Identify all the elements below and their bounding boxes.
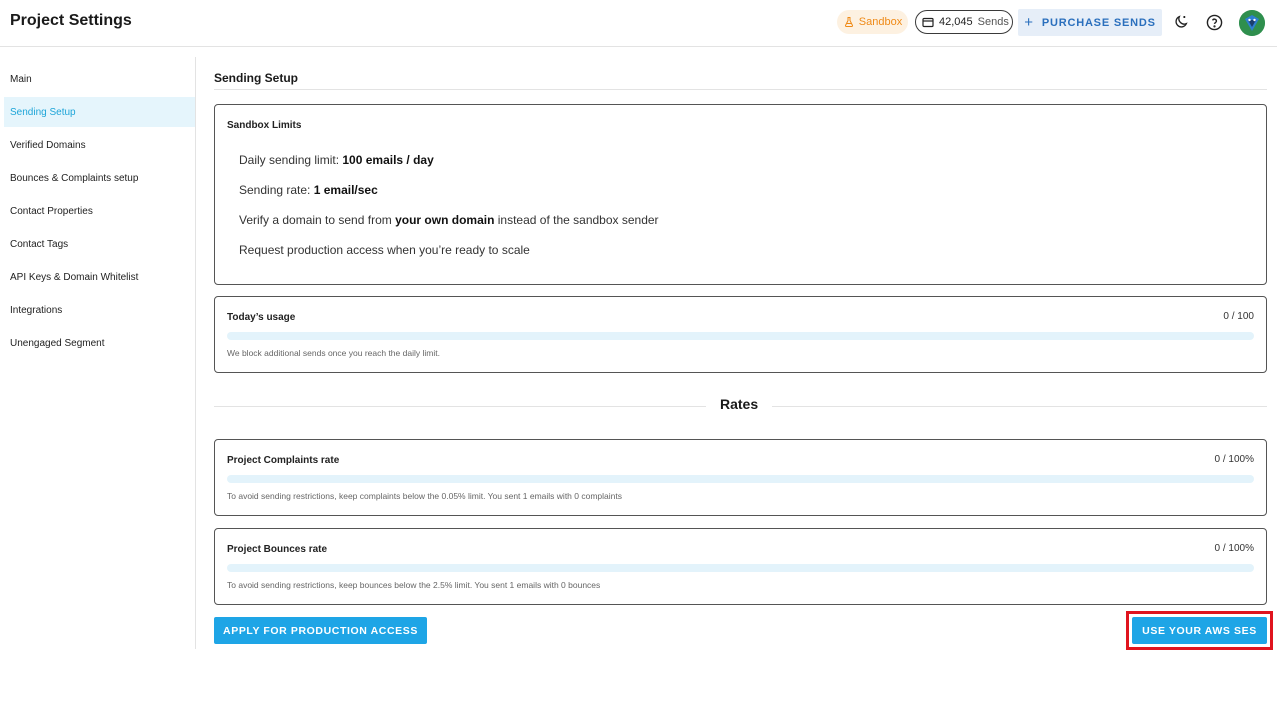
sandbox-limits-card: Sandbox Limits Daily sending limit: 100 …: [214, 104, 1267, 285]
settings-sidebar: Main Sending Setup Verified Domains Boun…: [0, 57, 196, 649]
complaints-note: To avoid sending restrictions, keep comp…: [227, 491, 622, 501]
help-button[interactable]: [1204, 12, 1224, 32]
usage-title: Today’s usage: [227, 312, 296, 323]
sidebar-item-api-keys[interactable]: API Keys & Domain Whitelist: [4, 262, 195, 292]
complaints-title: Project Complaints rate: [227, 455, 340, 466]
apply-production-access-button[interactable]: APPLY FOR PRODUCTION ACCESS: [214, 617, 427, 644]
sends-balance[interactable]: 42,045 Sends: [915, 10, 1013, 34]
complaints-rate-card: Project Complaints rate 0 / 100% To avoi…: [214, 439, 1267, 516]
sidebar-item-unengaged-segment[interactable]: Unengaged Segment: [4, 328, 195, 358]
sidebar-item-sending-setup[interactable]: Sending Setup: [4, 97, 195, 127]
sidebar-item-label: Unengaged Segment: [10, 337, 105, 349]
sending-rate-value: 1 email/sec: [313, 183, 378, 197]
sends-unit: Sends: [977, 16, 1009, 28]
usage-value: 0 / 100: [1223, 311, 1254, 322]
sandbox-label: Sandbox: [858, 16, 903, 28]
page-title: Project Settings: [10, 12, 132, 29]
verify-domain-prefix: Verify a domain to send from: [239, 213, 396, 227]
sidebar-item-label: Main: [10, 73, 32, 85]
sidebar-item-label: API Keys & Domain Whitelist: [10, 271, 139, 283]
verify-domain-suffix: instead of the sandbox sender: [494, 213, 659, 227]
sidebar-item-contact-properties[interactable]: Contact Properties: [4, 196, 195, 226]
sidebar-item-label: Contact Tags: [10, 238, 69, 250]
flask-icon: [844, 17, 853, 27]
verify-domain-line: Verify a domain to send from your own do…: [239, 213, 659, 227]
credit-card-icon: [922, 17, 934, 27]
daily-limit-value: 100 emails / day: [342, 153, 434, 167]
sidebar-item-integrations[interactable]: Integrations: [4, 295, 195, 325]
sidebar-item-bounces-complaints[interactable]: Bounces & Complaints setup: [4, 163, 195, 193]
purchase-sends-button[interactable]: + PURCHASE SENDS: [1018, 9, 1162, 36]
complaints-value: 0 / 100%: [1214, 454, 1254, 465]
bounces-rate-card: Project Bounces rate 0 / 100% To avoid s…: [214, 528, 1267, 605]
sidebar-item-main[interactable]: Main: [4, 64, 195, 94]
production-access-line: Request production access when you’re re…: [239, 243, 530, 257]
sandbox-limits-title: Sandbox Limits: [227, 120, 302, 131]
sidebar-item-label: Contact Properties: [10, 205, 93, 217]
sidebar-item-contact-tags[interactable]: Contact Tags: [4, 229, 195, 259]
sending-rate-line: Sending rate: 1 email/sec: [239, 183, 378, 197]
rates-heading: Rates: [706, 396, 773, 412]
dark-mode-toggle[interactable]: [1171, 12, 1191, 32]
complaints-progress-bar: [227, 475, 1254, 483]
daily-limit-label: Daily sending limit:: [239, 153, 343, 167]
sidebar-item-label: Verified Domains: [10, 139, 86, 151]
aws-ses-highlight: [1126, 611, 1273, 650]
sidebar-item-verified-domains[interactable]: Verified Domains: [4, 130, 195, 160]
plus-icon: +: [1024, 14, 1034, 31]
sidebar-item-label: Bounces & Complaints setup: [10, 172, 139, 184]
top-bar: Project Settings Sandbox 42,045 Sends + …: [0, 0, 1277, 47]
daily-limit-line: Daily sending limit: 100 emails / day: [239, 153, 434, 167]
purchase-label: PURCHASE SENDS: [1041, 16, 1156, 29]
bounces-note: To avoid sending restrictions, keep boun…: [227, 580, 601, 590]
section-divider: [214, 89, 1267, 90]
sidebar-item-label: Sending Setup: [10, 106, 76, 118]
todays-usage-card: Today’s usage 0 / 100 We block additiona…: [214, 296, 1267, 373]
avatar[interactable]: [1239, 10, 1265, 36]
verify-domain-emphasis: your own domain: [395, 213, 495, 227]
usage-progress-bar: [227, 332, 1254, 340]
sidebar-item-label: Integrations: [10, 304, 63, 316]
avatar-image: [1239, 10, 1265, 36]
sending-rate-label: Sending rate:: [239, 183, 314, 197]
bounces-progress-bar: [227, 564, 1254, 572]
bounces-value: 0 / 100%: [1214, 543, 1254, 554]
sandbox-badge[interactable]: Sandbox: [837, 10, 908, 34]
section-title: Sending Setup: [214, 71, 298, 85]
sends-count: 42,045: [939, 16, 973, 28]
dark-mode-icon: [1175, 15, 1188, 28]
help-icon: [1206, 14, 1222, 30]
usage-note: We block additional sends once you reach…: [227, 348, 440, 358]
bounces-title: Project Bounces rate: [227, 544, 328, 555]
